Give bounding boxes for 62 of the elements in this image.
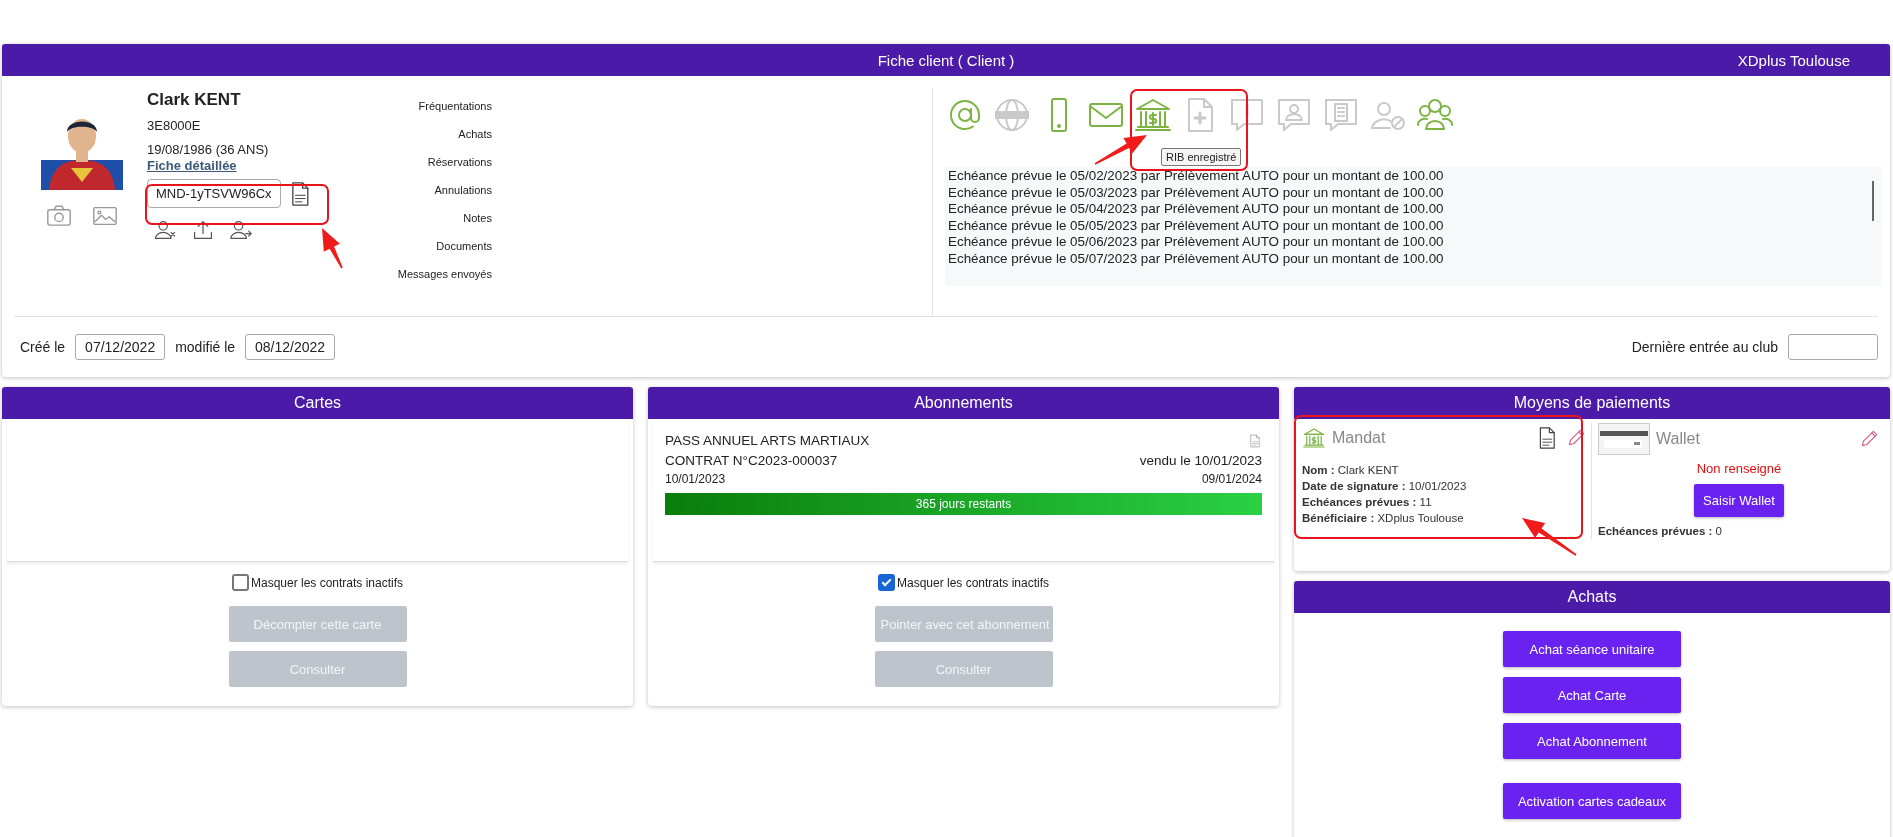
created-date-field[interactable]: 07/12/2022	[75, 334, 166, 360]
start-date: 10/01/2023	[665, 471, 726, 488]
upload-icon[interactable]	[191, 218, 215, 242]
history-link[interactable]: Annulations	[434, 184, 492, 196]
schedule-entry: Echéance prévue le 05/06/2023 par Prélèvement AUTO pour un montant de 100.00	[948, 234, 1445, 251]
annotation-arrow	[1522, 518, 1577, 556]
schedule-entry: Echéance prévue le 05/05/2023 par Prélèvement AUTO pour un montant de 100.00	[948, 217, 1445, 234]
schedule-entry: Echéance prévue le 05/03/2023 par Prélèvement AUTO pour un montant de 100.00	[948, 184, 1445, 201]
history-link[interactable]: Notes	[463, 212, 492, 224]
wallet-button[interactable]: Saisir Wallet	[1694, 484, 1784, 517]
purchase-button[interactable]: Achat séance unitaire	[1503, 631, 1681, 667]
wallet-status: Non renseigné	[1695, 461, 1783, 476]
mandate-detail: Echéances prévues : 11	[1302, 495, 1433, 510]
panel-title: Fiche client ( Client )	[877, 51, 1015, 69]
history-link[interactable]: Réservations	[427, 156, 492, 168]
checkbox[interactable]	[877, 574, 895, 591]
wallet-detail: Echéances prévues : 0	[1598, 524, 1723, 539]
transfer-user-icon[interactable]	[229, 218, 253, 242]
annotation-arrow	[322, 228, 343, 269]
history-link[interactable]: Documents	[436, 240, 492, 252]
wallet-title: Wallet	[1656, 430, 1700, 448]
card-icon	[1598, 423, 1650, 455]
purchase-button[interactable]: Achat Abonnement	[1503, 723, 1681, 759]
detail-link[interactable]: Fiche détaillée	[147, 158, 337, 173]
modified-date-field[interactable]: 08/12/2022	[245, 334, 336, 360]
mandate-reference-field[interactable]: MND-1yTSVW96Cx	[147, 179, 281, 208]
club-name: XDplus Toulouse	[1737, 52, 1850, 69]
annotation-arrow	[1094, 135, 1147, 165]
purchase-button[interactable]: Activation cartes cadeaux	[1503, 783, 1681, 819]
schedule-entry: Echéance prévue le 05/04/2023 par Prélèvement AUTO pour un montant de 100.00	[948, 201, 1445, 218]
contract-name: PASS ANNUEL ARTS MARTIAUX	[665, 432, 870, 450]
field-label: modifié le	[175, 339, 236, 355]
remove-user-icon[interactable]	[153, 218, 177, 242]
schedule-entry: Echéance prévue le 05/07/2023 par Prélèvement AUTO pour un montant de 100.00	[948, 250, 1445, 267]
checkbox-label: Masquer les contrats inactifs	[250, 575, 404, 590]
sale-date: vendu le 10/01/2023	[1139, 452, 1262, 470]
mandate-detail: Bénéficiaire : XDplus Toulouse	[1302, 511, 1465, 526]
field-label: Créé le	[20, 339, 66, 355]
field-label: Dernière entrée au club	[1631, 339, 1778, 355]
checkbox[interactable]	[231, 574, 249, 591]
history-link[interactable]: Achats	[458, 128, 492, 140]
last-entry-field[interactable]	[1788, 334, 1878, 360]
end-date: 09/01/2024	[1201, 471, 1262, 488]
schedule-entry: Echéance prévue le 05/02/2023 par Prélèvement AUTO pour un montant de 100.00	[948, 168, 1445, 185]
panel-title: Moyens de paiements	[1513, 394, 1671, 412]
panel-title: Cartes	[293, 394, 342, 412]
panel-title: Abonnements	[914, 394, 1013, 412]
purchase-button[interactable]: Achat Carte	[1503, 677, 1681, 713]
birth-date: 19/08/1986 (36 ANS)	[147, 142, 270, 157]
panel-title: Achats	[1567, 588, 1617, 606]
bank-icon	[1302, 426, 1326, 450]
progress-label: 365 jours restants	[914, 496, 1013, 513]
checkbox-label: Masquer les contrats inactifs	[896, 575, 1050, 590]
client-name: Clark KENT	[147, 90, 242, 110]
history-link[interactable]: Messages envoyés	[397, 268, 492, 280]
history-link[interactable]: Fréquentations	[418, 100, 492, 112]
tooltip: RIB enregistré	[1161, 148, 1242, 166]
mandate-title: Mandat	[1332, 429, 1386, 447]
mandate-detail: Nom : Clark KENT	[1302, 463, 1400, 478]
contract-number: CONTRAT N°C2023-000037	[665, 452, 838, 470]
client-code: 3E8000E	[147, 118, 202, 133]
mandate-detail: Date de signature : 10/01/2023	[1302, 479, 1468, 494]
